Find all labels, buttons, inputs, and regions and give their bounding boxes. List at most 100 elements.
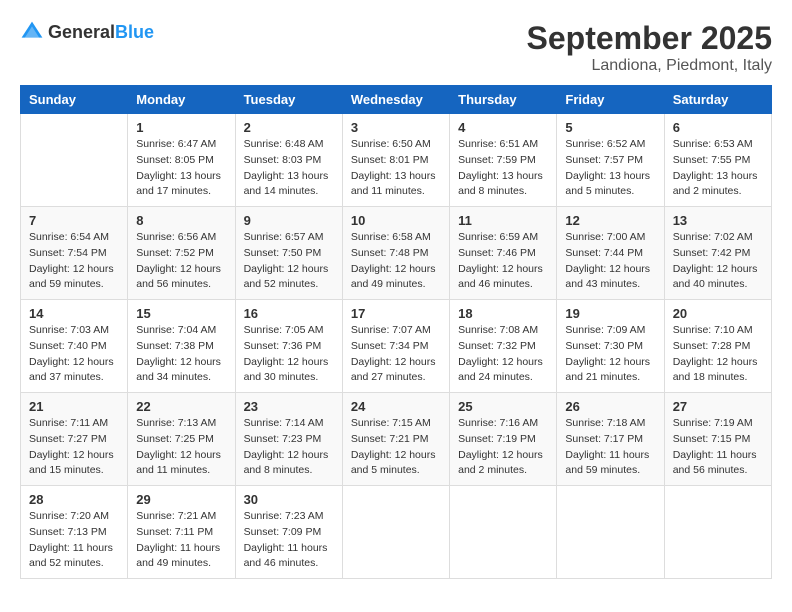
day-number: 15 bbox=[136, 306, 226, 321]
day-number: 3 bbox=[351, 120, 441, 135]
week-row-2: 7Sunrise: 6:54 AMSunset: 7:54 PMDaylight… bbox=[21, 207, 772, 300]
day-number: 11 bbox=[458, 213, 548, 228]
day-info: Sunrise: 7:20 AMSunset: 7:13 PMDaylight:… bbox=[29, 509, 119, 572]
day-cell: 8 Sunrise: 6:56 AMSunset: 7:52 PMDaylight… bbox=[128, 207, 235, 300]
day-info: Sunrise: 6:53 AMSunset: 7:55 PMDaylight:… bbox=[673, 137, 763, 200]
day-info: Sunrise: 6:56 AMSunset: 7:52 PMDaylight:… bbox=[136, 230, 226, 293]
day-number: 4 bbox=[458, 120, 548, 135]
day-info: Sunrise: 7:15 AMSunset: 7:21 PMDaylight:… bbox=[351, 416, 441, 479]
day-cell: 25Sunrise: 7:16 AMSunset: 7:19 PMDayligh… bbox=[450, 393, 557, 486]
day-info: Sunrise: 7:11 AMSunset: 7:27 PMDaylight:… bbox=[29, 416, 119, 479]
day-cell: 28 Sunrise: 7:20 AMSunset: 7:13 PMDayligh… bbox=[21, 486, 128, 579]
day-cell: 7Sunrise: 6:54 AMSunset: 7:54 PMDaylight… bbox=[21, 207, 128, 300]
day-number: 12 bbox=[565, 213, 655, 228]
day-info: Sunrise: 7:14 AMSunset: 7:23 PMDaylight:… bbox=[244, 416, 334, 479]
day-number: 18 bbox=[458, 306, 548, 321]
logo-icon bbox=[20, 20, 44, 44]
day-info: Sunrise: 7:10 AMSunset: 7:28 PMDaylight:… bbox=[673, 323, 763, 386]
column-header-saturday: Saturday bbox=[664, 86, 771, 114]
day-info: Sunrise: 7:21 AMSunset: 7:11 PMDaylight:… bbox=[136, 509, 226, 572]
day-cell: 12 Sunrise: 7:00 AMSunset: 7:44 PMDayligh… bbox=[557, 207, 664, 300]
day-info: Sunrise: 6:54 AMSunset: 7:54 PMDaylight:… bbox=[29, 230, 119, 293]
day-cell bbox=[450, 486, 557, 579]
day-cell: 16Sunrise: 7:05 AMSunset: 7:36 PMDayligh… bbox=[235, 300, 342, 393]
day-info: Sunrise: 6:57 AMSunset: 7:50 PMDaylight:… bbox=[244, 230, 334, 293]
day-cell: 18 Sunrise: 7:08 AMSunset: 7:32 PMDayligh… bbox=[450, 300, 557, 393]
day-cell: 2 Sunrise: 6:48 AMSunset: 8:03 PMDaylight… bbox=[235, 114, 342, 207]
column-header-wednesday: Wednesday bbox=[342, 86, 449, 114]
day-cell: 23 Sunrise: 7:14 AMSunset: 7:23 PMDayligh… bbox=[235, 393, 342, 486]
week-row-1: 1 Sunrise: 6:47 AMSunset: 8:05 PMDaylight… bbox=[21, 114, 772, 207]
day-cell: 5 Sunrise: 6:52 AMSunset: 7:57 PMDaylight… bbox=[557, 114, 664, 207]
day-number: 19 bbox=[565, 306, 655, 321]
day-info: Sunrise: 7:03 AMSunset: 7:40 PMDaylight:… bbox=[29, 323, 119, 386]
day-cell bbox=[664, 486, 771, 579]
day-number: 23 bbox=[244, 399, 334, 414]
day-info: Sunrise: 7:08 AMSunset: 7:32 PMDaylight:… bbox=[458, 323, 548, 386]
month-title: September 2025 bbox=[527, 20, 772, 57]
day-number: 27 bbox=[673, 399, 763, 414]
day-info: Sunrise: 6:58 AMSunset: 7:48 PMDaylight:… bbox=[351, 230, 441, 293]
day-info: Sunrise: 6:59 AMSunset: 7:46 PMDaylight:… bbox=[458, 230, 548, 293]
day-cell: 27Sunrise: 7:19 AMSunset: 7:15 PMDayligh… bbox=[664, 393, 771, 486]
day-number: 13 bbox=[673, 213, 763, 228]
day-number: 2 bbox=[244, 120, 334, 135]
day-cell: 21 Sunrise: 7:11 AMSunset: 7:27 PMDayligh… bbox=[21, 393, 128, 486]
logo-general-text: General bbox=[48, 22, 115, 42]
day-cell: 4 Sunrise: 6:51 AMSunset: 7:59 PMDaylight… bbox=[450, 114, 557, 207]
column-header-monday: Monday bbox=[128, 86, 235, 114]
day-cell: 15 Sunrise: 7:04 AMSunset: 7:38 PMDayligh… bbox=[128, 300, 235, 393]
day-number: 28 bbox=[29, 492, 119, 507]
day-info: Sunrise: 6:48 AMSunset: 8:03 PMDaylight:… bbox=[244, 137, 334, 200]
title-section: September 2025 Landiona, Piedmont, Italy bbox=[527, 20, 772, 75]
day-cell bbox=[557, 486, 664, 579]
day-cell: 24 Sunrise: 7:15 AMSunset: 7:21 PMDayligh… bbox=[342, 393, 449, 486]
day-number: 17 bbox=[351, 306, 441, 321]
calendar-header-row: SundayMondayTuesdayWednesdayThursdayFrid… bbox=[21, 86, 772, 114]
week-row-4: 21 Sunrise: 7:11 AMSunset: 7:27 PMDayligh… bbox=[21, 393, 772, 486]
day-info: Sunrise: 6:52 AMSunset: 7:57 PMDaylight:… bbox=[565, 137, 655, 200]
day-cell bbox=[21, 114, 128, 207]
day-cell: 20 Sunrise: 7:10 AMSunset: 7:28 PMDayligh… bbox=[664, 300, 771, 393]
day-cell: 29 Sunrise: 7:21 AMSunset: 7:11 PMDayligh… bbox=[128, 486, 235, 579]
day-cell: 19Sunrise: 7:09 AMSunset: 7:30 PMDayligh… bbox=[557, 300, 664, 393]
day-cell: 6 Sunrise: 6:53 AMSunset: 7:55 PMDaylight… bbox=[664, 114, 771, 207]
day-info: Sunrise: 6:51 AMSunset: 7:59 PMDaylight:… bbox=[458, 137, 548, 200]
logo-blue-text: Blue bbox=[115, 22, 154, 42]
day-cell: 11 Sunrise: 6:59 AMSunset: 7:46 PMDayligh… bbox=[450, 207, 557, 300]
day-info: Sunrise: 7:13 AMSunset: 7:25 PMDaylight:… bbox=[136, 416, 226, 479]
day-info: Sunrise: 6:50 AMSunset: 8:01 PMDaylight:… bbox=[351, 137, 441, 200]
day-number: 22 bbox=[136, 399, 226, 414]
day-number: 10 bbox=[351, 213, 441, 228]
day-info: Sunrise: 7:00 AMSunset: 7:44 PMDaylight:… bbox=[565, 230, 655, 293]
day-number: 20 bbox=[673, 306, 763, 321]
day-info: Sunrise: 7:23 AMSunset: 7:09 PMDaylight:… bbox=[244, 509, 334, 572]
day-info: Sunrise: 6:47 AMSunset: 8:05 PMDaylight:… bbox=[136, 137, 226, 200]
day-info: Sunrise: 7:04 AMSunset: 7:38 PMDaylight:… bbox=[136, 323, 226, 386]
column-header-friday: Friday bbox=[557, 86, 664, 114]
day-number: 9 bbox=[244, 213, 334, 228]
location-title: Landiona, Piedmont, Italy bbox=[527, 57, 772, 75]
day-cell bbox=[342, 486, 449, 579]
day-number: 16 bbox=[244, 306, 334, 321]
day-cell: 9 Sunrise: 6:57 AMSunset: 7:50 PMDaylight… bbox=[235, 207, 342, 300]
day-info: Sunrise: 7:07 AMSunset: 7:34 PMDaylight:… bbox=[351, 323, 441, 386]
day-number: 29 bbox=[136, 492, 226, 507]
column-header-tuesday: Tuesday bbox=[235, 86, 342, 114]
day-number: 1 bbox=[136, 120, 226, 135]
day-number: 26 bbox=[565, 399, 655, 414]
day-number: 25 bbox=[458, 399, 548, 414]
day-info: Sunrise: 7:18 AMSunset: 7:17 PMDaylight:… bbox=[565, 416, 655, 479]
column-header-sunday: Sunday bbox=[21, 86, 128, 114]
day-number: 21 bbox=[29, 399, 119, 414]
day-number: 5 bbox=[565, 120, 655, 135]
day-number: 24 bbox=[351, 399, 441, 414]
logo: GeneralBlue bbox=[20, 20, 154, 44]
day-info: Sunrise: 7:02 AMSunset: 7:42 PMDaylight:… bbox=[673, 230, 763, 293]
day-number: 30 bbox=[244, 492, 334, 507]
day-cell: 17 Sunrise: 7:07 AMSunset: 7:34 PMDayligh… bbox=[342, 300, 449, 393]
day-number: 6 bbox=[673, 120, 763, 135]
day-number: 8 bbox=[136, 213, 226, 228]
calendar-table: SundayMondayTuesdayWednesdayThursdayFrid… bbox=[20, 85, 772, 579]
day-cell: 1 Sunrise: 6:47 AMSunset: 8:05 PMDaylight… bbox=[128, 114, 235, 207]
